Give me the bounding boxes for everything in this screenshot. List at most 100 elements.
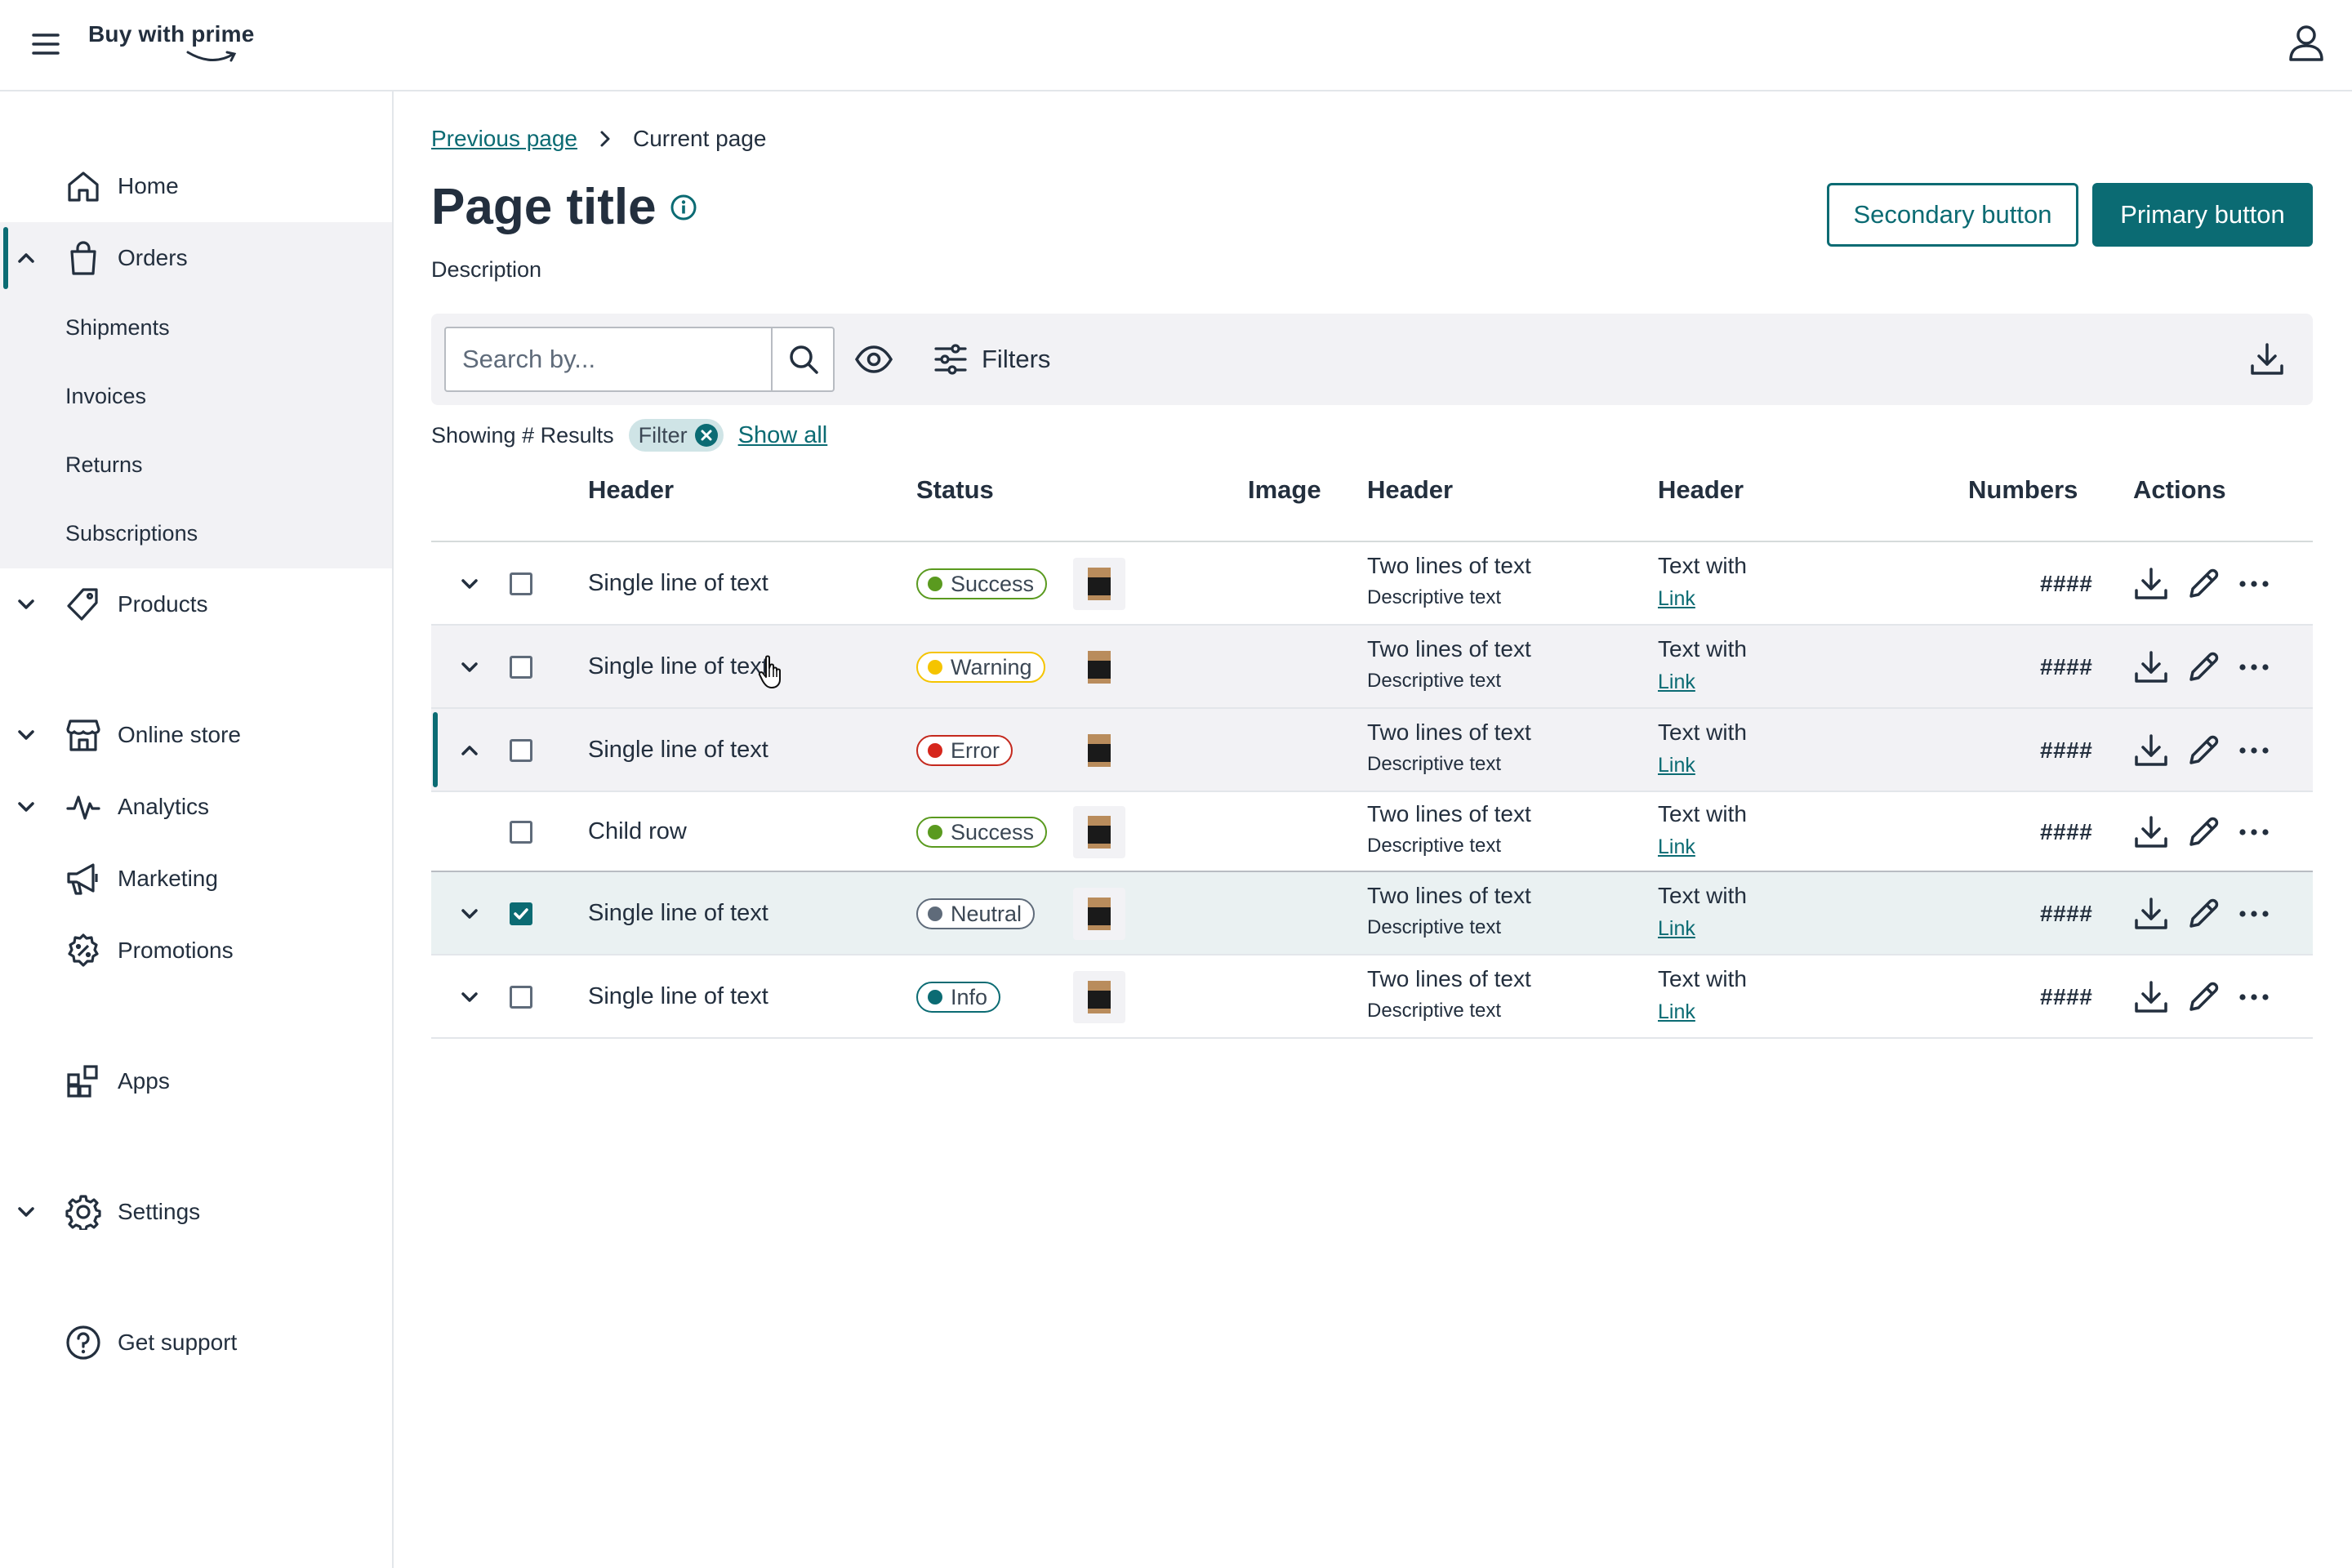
edit-icon[interactable] (2185, 896, 2221, 932)
cell-link[interactable]: Link (1658, 587, 1695, 611)
sidebar-subitem-subscriptions[interactable]: Subscriptions (65, 521, 198, 546)
column-header[interactable]: Header (588, 475, 674, 505)
user-icon[interactable] (2288, 23, 2324, 62)
table-row[interactable]: Single line of text Info Two lines of text… (431, 956, 2313, 1039)
menu-icon[interactable] (29, 28, 62, 60)
chevron-down-icon[interactable] (16, 595, 36, 614)
chevron-down-icon[interactable] (459, 657, 480, 678)
row-checkbox[interactable] (510, 821, 532, 844)
status-badge: Error (916, 735, 1013, 766)
column-header[interactable]: Header (1658, 475, 1744, 505)
secondary-button[interactable]: Secondary button (1827, 183, 2078, 247)
chevron-down-icon[interactable] (459, 903, 480, 924)
product-thumbnail[interactable] (1073, 888, 1125, 940)
row-checkbox[interactable] (510, 902, 532, 925)
sidebar-item-apps[interactable]: Apps (0, 1045, 392, 1117)
filter-chip-label: Filter (638, 422, 688, 448)
row-checkbox[interactable] (510, 986, 532, 1009)
sidebar-item-online-store[interactable]: Online store (0, 699, 392, 771)
close-icon[interactable] (694, 423, 719, 448)
primary-button[interactable]: Primary button (2092, 183, 2313, 247)
table-row[interactable]: Single line of text Error Two lines of tex… (431, 709, 2313, 792)
search-button[interactable] (771, 328, 835, 390)
sidebar-item-analytics[interactable]: Analytics (0, 771, 392, 843)
table-row[interactable]: Single line of text Warning Two lines of t… (431, 626, 2313, 709)
more-icon[interactable] (2236, 896, 2272, 932)
sidebar-item-products[interactable]: Products (0, 568, 392, 640)
top-bar: Buy with prime (0, 0, 2352, 91)
status-badge: Neutral (916, 898, 1036, 929)
product-thumbnail[interactable] (1073, 806, 1125, 858)
more-icon[interactable] (2236, 979, 2272, 1015)
tag-icon (65, 586, 101, 622)
filters-button[interactable]: Filters (933, 338, 1050, 381)
sidebar-subitem-returns[interactable]: Returns (65, 452, 143, 478)
column-header-status[interactable]: Status (916, 475, 994, 505)
cell-link[interactable]: Link (1658, 1000, 1695, 1024)
sidebar-item-marketing[interactable]: Marketing (0, 843, 392, 915)
cell-link[interactable]: Link (1658, 670, 1695, 694)
eye-icon[interactable] (854, 343, 893, 376)
column-header-image[interactable]: Image (1248, 475, 1321, 505)
edit-icon[interactable] (2185, 814, 2221, 850)
chevron-down-icon[interactable] (16, 797, 36, 817)
sidebar-item-label: Get support (118, 1330, 238, 1355)
column-header-numbers[interactable]: Numbers (1968, 475, 2078, 505)
table-row[interactable]: Single line of text Neutral Two lines of t… (431, 872, 2313, 956)
table-child-row[interactable]: Child row Success Two lines of text Descrip… (431, 792, 2313, 872)
chevron-up-icon[interactable] (16, 248, 36, 268)
cell-link[interactable]: Link (1658, 917, 1695, 941)
chevron-down-icon[interactable] (16, 725, 36, 745)
column-header[interactable]: Header (1367, 475, 1453, 505)
product-thumbnail[interactable] (1073, 558, 1125, 610)
sidebar-item-home[interactable]: Home (0, 150, 392, 222)
breadcrumb-previous-link[interactable]: Previous page (431, 126, 577, 152)
edit-icon[interactable] (2185, 566, 2221, 602)
sidebar-subitem-shipments[interactable]: Shipments (65, 315, 170, 341)
filter-chip[interactable]: Filter (628, 419, 724, 452)
chevron-down-icon[interactable] (16, 1202, 36, 1222)
sidebar-item-settings[interactable]: Settings (0, 1176, 392, 1248)
cell-link[interactable]: Link (1658, 835, 1695, 859)
cell-text: Single line of text (588, 900, 768, 926)
breadcrumb: Previous page Current page (431, 126, 766, 152)
edit-icon[interactable] (2185, 979, 2221, 1015)
row-checkbox[interactable] (510, 656, 532, 679)
sidebar-item-get-support[interactable]: Get support (0, 1307, 392, 1379)
download-icon[interactable] (2249, 341, 2285, 377)
edit-icon[interactable] (2185, 733, 2221, 768)
logo[interactable]: Buy with prime (88, 21, 255, 62)
sidebar-item-orders[interactable]: Orders (0, 222, 392, 294)
chevron-down-icon[interactable] (459, 987, 480, 1008)
product-thumbnail[interactable] (1073, 641, 1125, 693)
more-icon[interactable] (2236, 566, 2272, 602)
more-icon[interactable] (2236, 649, 2272, 685)
table-row[interactable]: Single line of text Success Two lines of t… (431, 542, 2313, 626)
info-icon[interactable] (670, 194, 697, 221)
show-all-link[interactable]: Show all (738, 422, 828, 449)
chevron-up-icon[interactable] (459, 740, 480, 761)
more-icon[interactable] (2236, 733, 2272, 768)
sidebar-subitem-invoices[interactable]: Invoices (65, 384, 146, 409)
status-dot (928, 660, 942, 675)
sidebar-item-promotions[interactable]: Promotions (0, 915, 392, 987)
more-icon[interactable] (2236, 814, 2272, 850)
download-icon[interactable] (2133, 814, 2169, 850)
download-icon[interactable] (2133, 566, 2169, 602)
cell-link[interactable]: Link (1658, 754, 1695, 777)
product-thumbnail[interactable] (1073, 971, 1125, 1023)
edit-icon[interactable] (2185, 649, 2221, 685)
product-thumbnail[interactable] (1073, 724, 1125, 777)
cell-secondary-text: Descriptive text (1367, 835, 1502, 857)
cell-secondary-text: Descriptive text (1367, 916, 1502, 938)
row-checkbox[interactable] (510, 572, 532, 595)
download-icon[interactable] (2133, 733, 2169, 768)
status-label: Success (951, 571, 1035, 596)
column-header-actions: Actions (2133, 475, 2226, 504)
download-icon[interactable] (2133, 979, 2169, 1015)
chevron-down-icon[interactable] (459, 573, 480, 595)
download-icon[interactable] (2133, 649, 2169, 685)
download-icon[interactable] (2133, 896, 2169, 932)
search-input[interactable] (448, 330, 768, 389)
row-checkbox[interactable] (510, 739, 532, 762)
